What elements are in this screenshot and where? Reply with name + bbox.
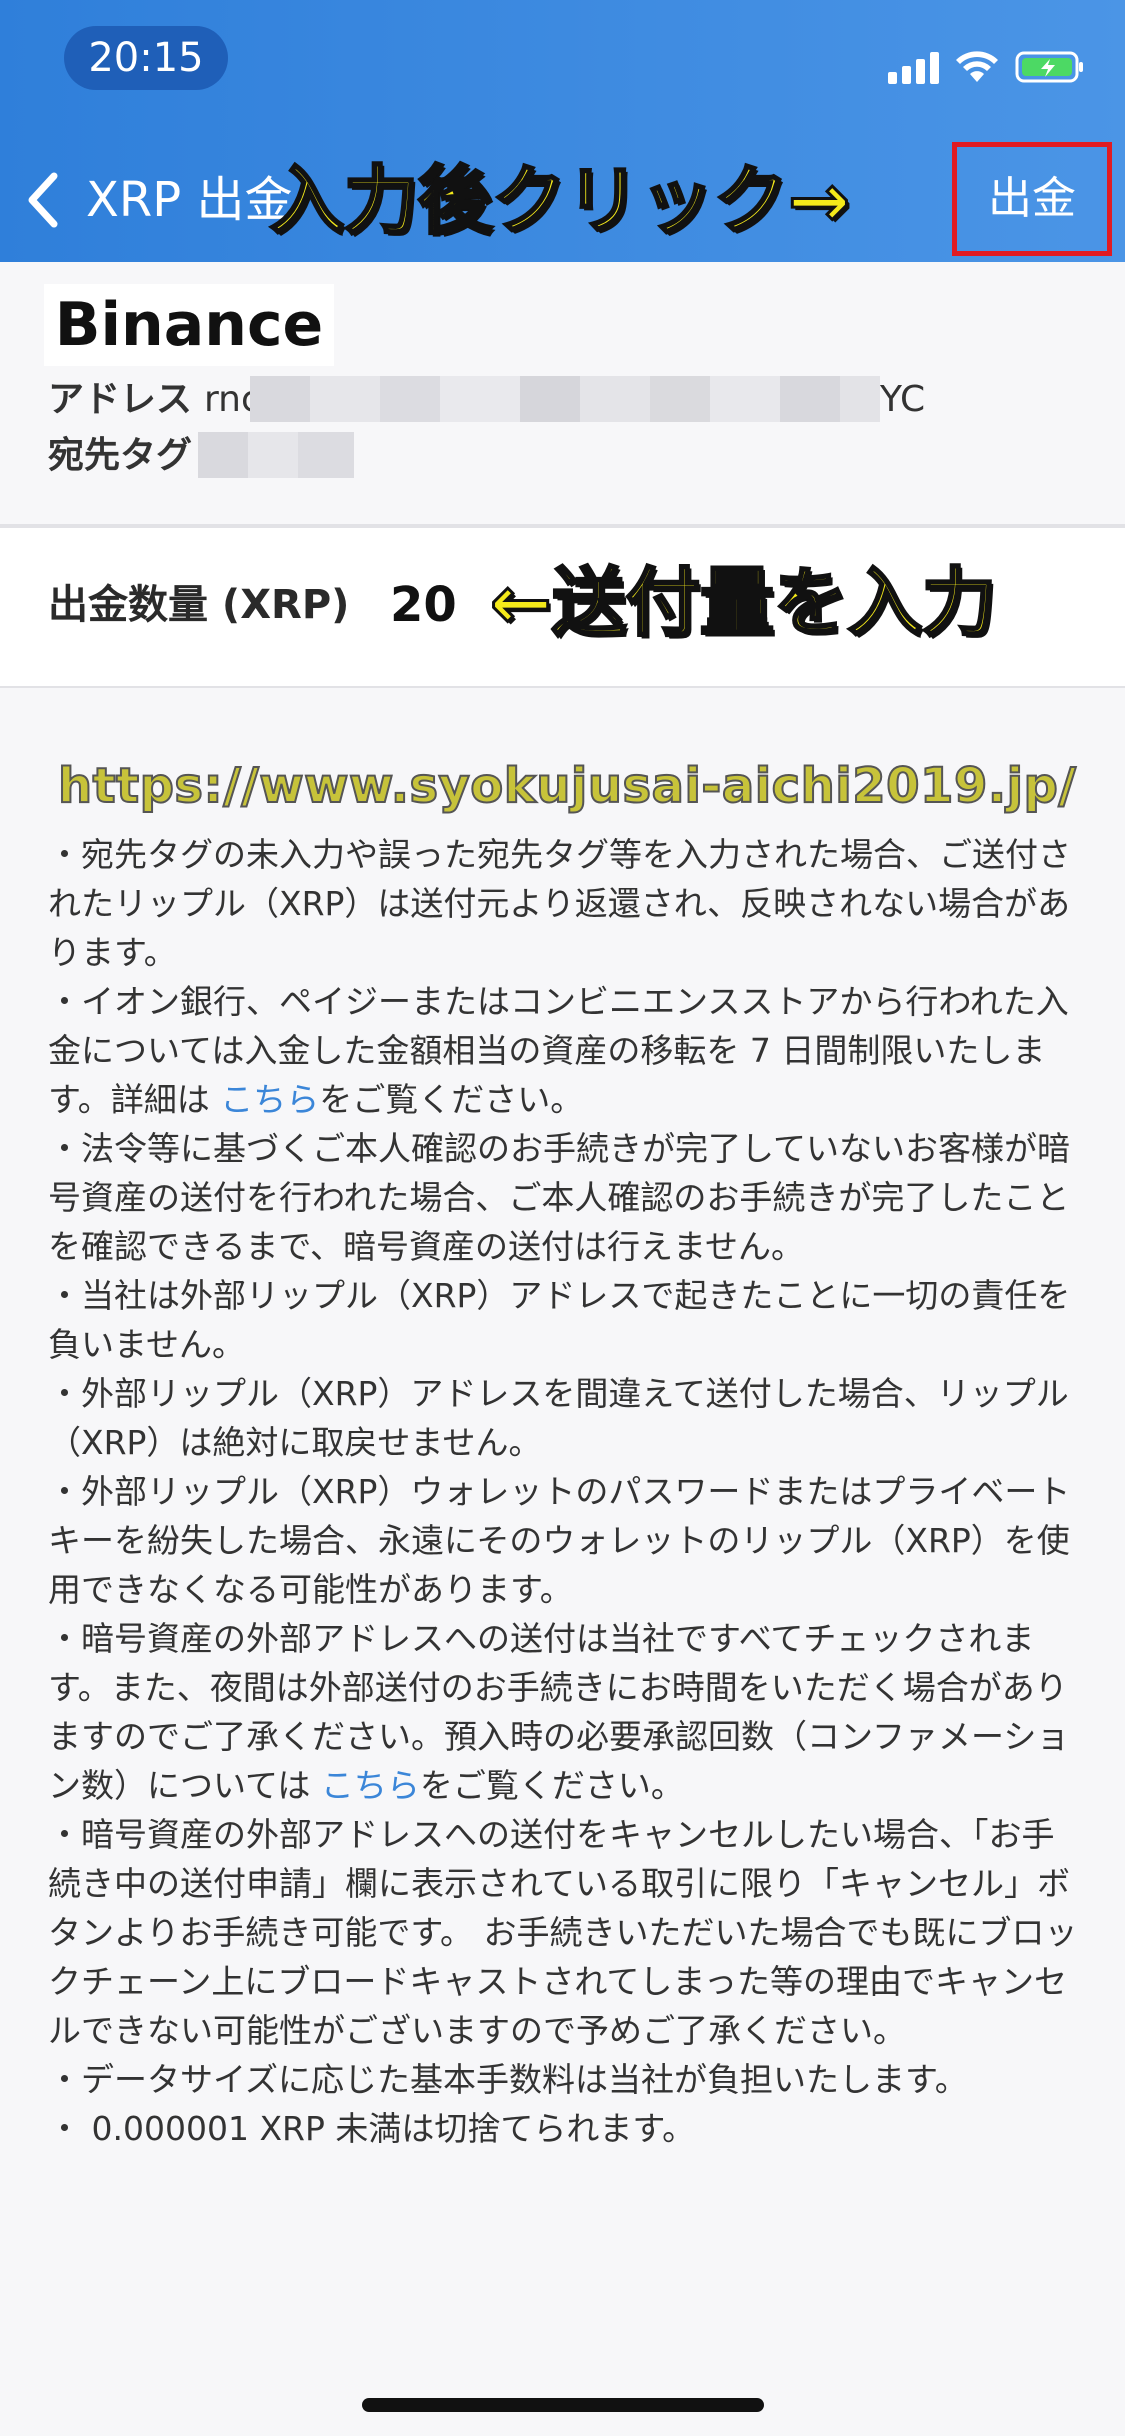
watermark-url: https://www.syokujusai-aichi2019.jp/ <box>57 757 1077 815</box>
battery-charging-icon <box>1015 51 1083 83</box>
chevron-left-icon[interactable] <box>24 170 64 230</box>
header-bar: 20:15 XRP 出金 入力後クリック→ 出金 <box>0 0 1125 262</box>
destination-tag-label: 宛先タグ <box>48 435 193 476</box>
note-item: ・ 0.000001 XRP 未満は切捨てられます。 <box>48 2109 696 2148</box>
withdraw-button[interactable]: 出金 <box>952 142 1112 256</box>
address-label: アドレス <box>48 379 193 420</box>
note-item: ・法令等に基づくご本人確認のお手続きが完了していないお客様が暗号資産の送付を行わ… <box>48 1129 1071 1266</box>
confirmation-count-link[interactable]: こちら <box>321 1766 420 1805</box>
note-item: ・当社は外部リップル（XRP）アドレスで起きたことに一切の責任を負いません。 <box>48 1276 1071 1364</box>
note-item: ・イオン銀行、ペイジーまたはコンビニエンスストアから行われた入金については入金し… <box>48 982 1069 1119</box>
home-indicator[interactable] <box>362 2398 764 2412</box>
destination-card: Binance アドレス rnc YC 宛先タグ <box>0 262 1125 526</box>
address-suffix: YC <box>880 379 926 420</box>
page-title: XRP 出金 <box>86 172 293 228</box>
tag-redacted-mosaic <box>198 432 354 478</box>
amount-card: 出金数量 (XRP) ←送付量を入力 <box>0 526 1125 688</box>
details-link[interactable]: こちら <box>220 1080 319 1119</box>
status-icons <box>888 44 1085 84</box>
destination-exchange-label: Binance <box>44 284 334 366</box>
wifi-icon <box>956 51 998 82</box>
note-item: ・暗号資産の外部アドレスへの送付をキャンセルしたい場合、「お手続き中の送付申請」… <box>48 1815 1078 2050</box>
note-item: ・外部リップル（XRP）ウォレットのパスワードまたはプライベートキーを紛失した場… <box>48 1472 1071 1609</box>
note-item: ・データサイズに応じた基本手数料は当社が負担いたします。 <box>48 2060 968 2099</box>
navigation-bar: XRP 出金 入力後クリック→ 出金 <box>0 140 1125 260</box>
address-redacted-mosaic <box>250 376 880 422</box>
note-item: ・暗号資産の外部アドレスへの送付は当社ですべてチェックされます。また、夜間は外部… <box>48 1619 1070 1805</box>
overlay-instruction-amount: ←送付量を入力 <box>488 559 997 648</box>
withdraw-amount-label: 出金数量 (XRP) <box>48 582 350 628</box>
note-item: ・外部リップル（XRP）アドレスを間違えて送付した場合、リップル（XRP）は絶対… <box>48 1374 1069 1462</box>
note-item: ・宛先タグの未入力や誤った宛先タグ等を入力された場合、ご送付されたリップル（XR… <box>48 835 1071 972</box>
overlay-instruction-click: 入力後クリック→ <box>268 157 851 246</box>
notes-list: ・宛先タグの未入力や誤った宛先タグ等を入力された場合、ご送付されたリップル（XR… <box>48 830 1078 2153</box>
cellular-signal-icon <box>888 50 939 84</box>
status-time: 20:15 <box>64 26 228 90</box>
